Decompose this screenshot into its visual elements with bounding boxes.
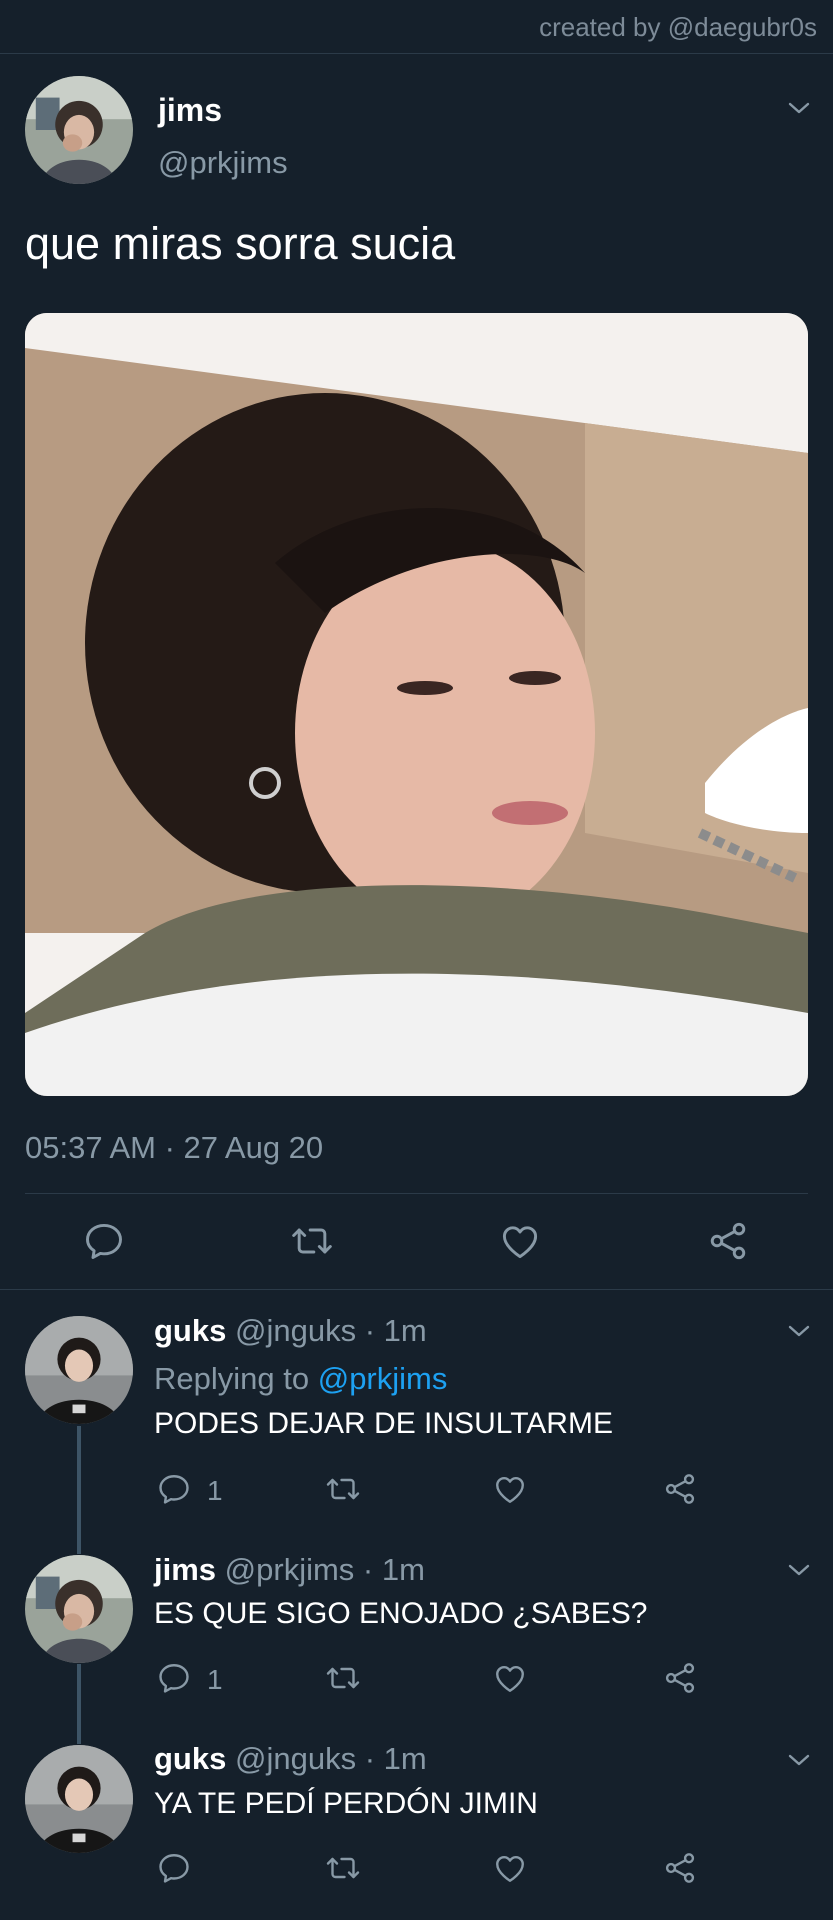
reply-header: jims @prkjims · 1m	[154, 1552, 425, 1588]
share-icon[interactable]	[662, 1660, 698, 1696]
separator-dot: ·	[362, 1552, 374, 1587]
reply-icon[interactable]	[156, 1471, 192, 1507]
reply-text: PODES DEJAR DE INSULTARME	[154, 1407, 613, 1440]
reply-author-handle[interactable]: @jnguks	[235, 1313, 356, 1348]
replying-to-label: Replying to	[154, 1361, 310, 1396]
reply-header: guks @jnguks · 1m	[154, 1741, 427, 1777]
retweet-icon[interactable]	[325, 1660, 361, 1696]
chevron-down-icon[interactable]	[787, 1323, 811, 1339]
reply-author-name[interactable]: guks	[154, 1313, 226, 1348]
top-bar: created by @daegubr0s	[0, 0, 833, 54]
tweet-author-handle[interactable]: @prkjims	[158, 145, 288, 181]
reply-time: 1m	[383, 1741, 427, 1776]
reply-header: guks @jnguks · 1m	[154, 1313, 427, 1349]
reply-time: 1m	[381, 1552, 425, 1587]
reply-count: 1	[207, 1664, 223, 1695]
divider	[25, 1193, 808, 1194]
reply-icon[interactable]	[156, 1660, 192, 1696]
tweet-text: que miras sorra sucia	[25, 218, 456, 269]
reply-count: 1	[207, 1475, 223, 1506]
share-icon[interactable]	[662, 1850, 698, 1886]
replying-to-line: Replying to @prkjims	[154, 1361, 447, 1397]
share-icon[interactable]	[706, 1219, 750, 1263]
reply-icon[interactable]	[82, 1219, 126, 1263]
separator-dot: ·	[364, 1313, 376, 1348]
avatar[interactable]	[25, 1316, 133, 1424]
heart-icon[interactable]	[492, 1660, 528, 1696]
reply-icon[interactable]	[156, 1850, 192, 1886]
thread-line	[77, 1664, 81, 1744]
retweet-icon[interactable]	[325, 1471, 361, 1507]
tweet-image[interactable]	[25, 313, 808, 1096]
reply-time: 1m	[383, 1313, 427, 1348]
reply-author-handle[interactable]: @prkjims	[225, 1552, 355, 1587]
chevron-down-icon[interactable]	[787, 100, 811, 116]
divider	[0, 1289, 833, 1290]
creator-credit: created by @daegubr0s	[539, 12, 817, 42]
avatar[interactable]	[25, 76, 133, 184]
tweet-author-name[interactable]: jims	[158, 92, 222, 129]
mention-link[interactable]: @prkjims	[318, 1361, 448, 1396]
reply-author-handle[interactable]: @jnguks	[235, 1741, 356, 1776]
reply-text: ES QUE SIGO ENOJADO ¿SABES?	[154, 1597, 648, 1630]
heart-icon[interactable]	[492, 1850, 528, 1886]
share-icon[interactable]	[662, 1471, 698, 1507]
retweet-icon[interactable]	[325, 1850, 361, 1886]
heart-icon[interactable]	[492, 1471, 528, 1507]
separator-dot: ·	[364, 1741, 376, 1776]
chevron-down-icon[interactable]	[787, 1562, 811, 1578]
avatar[interactable]	[25, 1555, 133, 1663]
heart-icon[interactable]	[498, 1219, 542, 1263]
avatar[interactable]	[25, 1745, 133, 1853]
thread-line	[77, 1426, 81, 1554]
chevron-down-icon[interactable]	[787, 1752, 811, 1768]
tweet-timestamp: 05:37 AM · 27 Aug 20	[25, 1130, 324, 1165]
reply-text: YA TE PEDÍ PERDÓN JIMIN	[154, 1787, 538, 1820]
reply-author-name[interactable]: jims	[154, 1552, 216, 1587]
reply-author-name[interactable]: guks	[154, 1741, 226, 1776]
retweet-icon[interactable]	[290, 1219, 334, 1263]
